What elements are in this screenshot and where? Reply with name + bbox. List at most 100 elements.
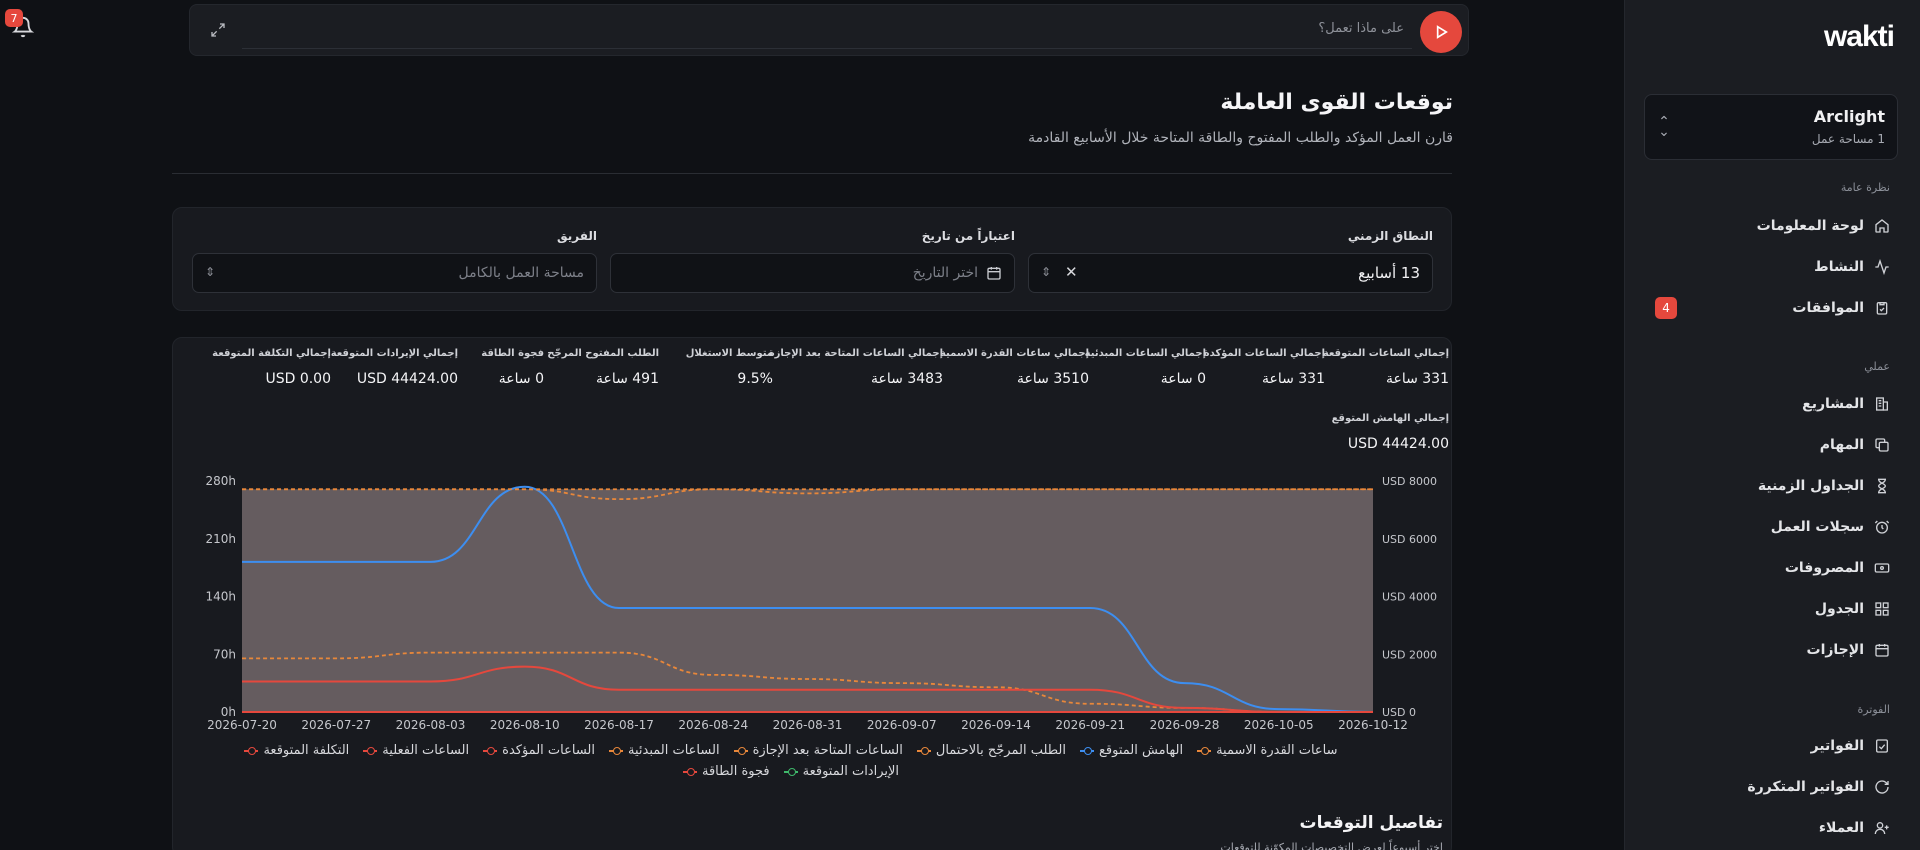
workspace-switcher[interactable]: Arclight 1 مساحة عمل ⌃ ⌄ xyxy=(1644,94,1898,160)
legend-label: ساعات القدرة الاسمية xyxy=(1216,743,1338,758)
sidebar-item[interactable]: المصروفات xyxy=(1785,555,1890,581)
legend-item[interactable]: ساعات القدرة الاسمية xyxy=(1197,743,1338,758)
team-label: الفريق xyxy=(556,229,597,243)
activity-icon xyxy=(1874,259,1890,275)
x-tick-label: 2026-08-31 xyxy=(773,718,843,732)
command-input-placeholder: على ماذا تعمل؟ xyxy=(1318,21,1404,36)
x-tick-label: 2026-10-05 xyxy=(1244,718,1314,732)
legend-label: الهامش المتوقع xyxy=(1099,743,1184,758)
y-left-tick-label: 140h xyxy=(205,590,236,604)
legend-marker xyxy=(609,746,623,756)
y-left-tick-label: 210h xyxy=(205,532,236,546)
command-bar: على ماذا تعمل؟ xyxy=(189,4,1469,56)
y-right-tick-label: USD 8000 xyxy=(1382,475,1437,488)
sidebar-item-label: الفواتير المتكررة xyxy=(1747,779,1864,795)
x-tick-label: 2026-07-27 xyxy=(301,718,371,732)
sidebar-item[interactable]: الفواتير xyxy=(1811,733,1890,759)
sidebar-item[interactable]: النشاط xyxy=(1814,254,1890,280)
y-left-tick-label: 0h xyxy=(221,705,236,719)
play-button[interactable] xyxy=(1420,11,1462,53)
legend-item[interactable]: الإيرادات المتوقعة xyxy=(783,764,900,779)
workspace-name: Arclight xyxy=(1813,107,1885,126)
legend-label: الساعات الفعلية xyxy=(382,743,470,758)
legend-item[interactable]: الهامش المتوقع xyxy=(1080,743,1183,758)
y-right-tick-label: USD 6000 xyxy=(1382,533,1437,546)
x-tick-label: 2026-09-07 xyxy=(867,718,937,732)
sidebar-item[interactable]: الإجازات xyxy=(1807,637,1891,663)
notification-count-badge: 7 xyxy=(5,9,23,27)
banknote-icon xyxy=(1874,560,1890,576)
page-subtitle: قارن العمل المؤكد والطلب المفتوح والطاقة… xyxy=(1028,130,1453,146)
calendar-icon xyxy=(1874,642,1890,658)
sidebar-item[interactable]: سجلات العمل xyxy=(1771,514,1890,540)
chevron-updown-icon: ⇕ xyxy=(1041,265,1052,279)
workspace-count: 1 مساحة عمل xyxy=(1811,132,1885,146)
sidebar-item-label: سجلات العمل xyxy=(1770,519,1864,535)
approvals-badge: 4 xyxy=(1655,297,1677,319)
sidebar-item[interactable]: المهام xyxy=(1820,432,1890,458)
chevron-updown-icon: ⇕ xyxy=(205,265,216,279)
sidebar-item-label: المصروفات xyxy=(1784,560,1864,576)
legend-item[interactable]: الطلب المرجّح بالاحتمال xyxy=(916,743,1066,758)
invoice-icon xyxy=(1874,738,1890,754)
copy-icon xyxy=(1874,437,1890,453)
forecast-chart: 0h70h140h210h280hUSD 0USD 2000USD 4000US… xyxy=(205,474,1437,732)
legend-item[interactable]: فجوة الطاقة xyxy=(682,764,770,779)
from-date-input[interactable]: اختر التاريخ xyxy=(610,253,1015,293)
y-left-tick-label: 280h xyxy=(205,474,236,488)
clipboard-check-icon xyxy=(1874,300,1890,316)
y-right-tick-label: USD 4000 xyxy=(1382,591,1437,604)
details-subtitle: اختر أسبوعاً لعرض التخصيصات المكوّنة للت… xyxy=(1220,841,1443,850)
sidebar-item[interactable]: لوحة المعلومات xyxy=(1757,213,1890,239)
sidebar-item-label: الفواتير xyxy=(1810,738,1864,754)
page-title: توقعات القوى العاملة xyxy=(1220,90,1453,115)
legend-marker xyxy=(483,746,498,756)
sidebar-item[interactable]: الموافقات xyxy=(1792,295,1890,321)
forecast-card: إجمالي الساعات المتوقعة 331 ساعة إجمالي ال… xyxy=(172,337,1452,850)
legend-label: التكلفة المتوقعة xyxy=(263,743,350,758)
chart-legend: ساعات القدرة الاسمية الهامش المتوقع الطلب … xyxy=(201,743,1381,779)
legend-marker xyxy=(783,767,798,777)
legend-item[interactable]: الساعات المؤكدة xyxy=(483,743,595,758)
x-tick-label: 2026-10-12 xyxy=(1338,718,1408,732)
sidebar-item-label: المهام xyxy=(1819,437,1864,453)
legend-marker xyxy=(244,746,259,756)
user-plus-icon xyxy=(1874,820,1890,836)
legend-marker xyxy=(363,746,378,756)
x-tick-label: 2026-08-03 xyxy=(396,718,466,732)
legend-marker xyxy=(916,746,931,756)
sidebar-item-label: الجداول الزمنية xyxy=(1757,478,1864,494)
legend-marker xyxy=(733,746,748,756)
sidebar-item-label: المشاريع xyxy=(1802,396,1864,412)
home-icon xyxy=(1874,218,1890,234)
x-tick-label: 2026-08-17 xyxy=(584,718,654,732)
sidebar-item-label: النشاط xyxy=(1814,259,1864,275)
team-select[interactable]: مساحة العمل بالكامل ⇕ xyxy=(192,253,597,293)
sidebar-item[interactable]: الجدول xyxy=(1815,596,1890,622)
sidebar-item[interactable]: الجداول الزمنية xyxy=(1758,473,1890,499)
legend-marker xyxy=(1197,746,1212,756)
legend-item[interactable]: الساعات المبدئية xyxy=(609,743,720,758)
legend-item[interactable]: الساعات المتاحة بعد الإجازة xyxy=(733,743,903,758)
y-left-tick-label: 70h xyxy=(213,647,236,661)
grid-icon xyxy=(1874,601,1890,617)
sidebar-item[interactable]: العملاء xyxy=(1819,815,1890,841)
range-select[interactable]: 13 أسابيع ⇕ ✕ xyxy=(1028,253,1433,293)
command-input[interactable] xyxy=(242,13,1412,49)
legend-label: الإيرادات المتوقعة xyxy=(802,764,900,779)
legend-label: الساعات المؤكدة xyxy=(502,743,595,758)
chevron-updown-icon: ⌃ ⌄ xyxy=(1658,114,1670,140)
legend-item[interactable]: الساعات الفعلية xyxy=(363,743,469,758)
legend-label: الساعات المبدئية xyxy=(628,743,720,758)
alarm-icon xyxy=(1874,519,1890,535)
legend-item[interactable]: التكلفة المتوقعة xyxy=(244,743,349,758)
sidebar-item[interactable]: المشاريع xyxy=(1802,391,1890,417)
clear-icon[interactable]: ✕ xyxy=(1065,263,1078,281)
x-tick-label: 2026-08-10 xyxy=(490,718,560,732)
expand-icon[interactable] xyxy=(208,22,226,40)
sidebar-item-label: لوحة المعلومات xyxy=(1756,218,1864,234)
sidebar-section-title: الفوترة xyxy=(1857,703,1890,716)
sidebar-item[interactable]: الفواتير المتكررة xyxy=(1747,774,1890,800)
range-value: 13 أسابيع xyxy=(1358,264,1420,282)
logo: wakti xyxy=(1823,20,1895,53)
